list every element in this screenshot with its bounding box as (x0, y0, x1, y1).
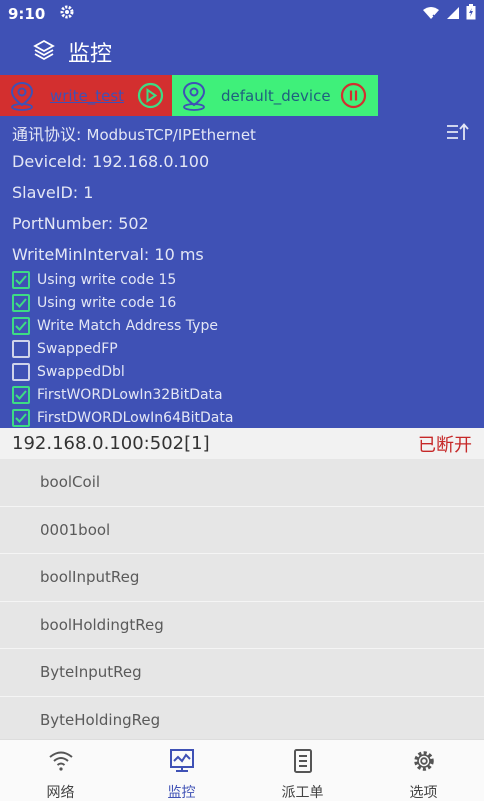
connection-status: 已断开 (418, 434, 472, 456)
option-label: FirstDWORDLowIn64BitData (37, 410, 234, 426)
status-bar: 9:10 (0, 0, 484, 28)
device-name: write_test (50, 87, 125, 105)
write-min-interval: WriteMinInterval: 10 ms (12, 245, 204, 264)
device-tabs: write_test default_device (0, 75, 378, 116)
clipboard-icon (289, 748, 317, 778)
protocol-label: 通讯协议: (12, 125, 82, 144)
checkbox-checked[interactable] (12, 271, 30, 289)
status-time: 9:10 (8, 5, 46, 23)
option-swapped-fp[interactable]: SwappedFP (12, 340, 118, 358)
port-number: PortNumber: 502 (12, 214, 149, 233)
checkbox-checked[interactable] (12, 294, 30, 312)
option-write-code-15[interactable]: Using write code 15 (12, 271, 176, 289)
option-first-word-low[interactable]: FirstWORDLowIn32BitData (12, 386, 223, 404)
connection-address: 192.168.0.100:502[1] (12, 433, 210, 454)
option-swapped-dbl[interactable]: SwappedDbl (12, 363, 125, 381)
point-name: boolHoldingtReg (40, 615, 164, 634)
checkbox-unchecked[interactable] (12, 340, 30, 358)
point-list[interactable]: boolCoil 0001bool boolInputReg boolHoldi… (0, 459, 484, 739)
point-name: boolCoil (40, 473, 101, 492)
option-write-code-16[interactable]: Using write code 16 (12, 294, 176, 312)
list-item[interactable]: boolCoil (0, 459, 484, 507)
location-pin-icon (178, 81, 210, 115)
device-tab-write-test[interactable]: write_test (0, 75, 172, 116)
bottom-nav: 网络 监控 派工单 选项 (0, 739, 484, 801)
sort-icon[interactable] (446, 122, 470, 146)
app-bar: 监控 (0, 28, 484, 75)
option-label: SwappedFP (37, 341, 118, 357)
nav-label: 派工单 (281, 785, 324, 801)
play-icon[interactable] (137, 82, 164, 113)
wifi-status-icon (422, 5, 440, 24)
nav-label: 选项 (409, 785, 438, 801)
nav-label: 监控 (167, 785, 196, 801)
nav-work-orders[interactable]: 派工单 (242, 740, 363, 801)
pause-icon[interactable] (340, 82, 367, 113)
nav-network[interactable]: 网络 (0, 740, 121, 801)
battery-icon (466, 4, 476, 24)
checkbox-checked[interactable] (12, 317, 30, 335)
nav-label: 网络 (46, 785, 75, 801)
option-label: SwappedDbl (37, 364, 125, 380)
option-first-dword-low[interactable]: FirstDWORDLowIn64BitData (12, 409, 233, 427)
point-name: ByteInputReg (40, 663, 142, 682)
layers-icon[interactable] (32, 38, 56, 66)
monitor-icon (168, 748, 196, 778)
point-name: boolInputReg (40, 568, 140, 587)
connection-bar: 192.168.0.100:502[1] 已断开 (0, 428, 484, 459)
list-item[interactable]: boolInputReg (0, 554, 484, 602)
gear-icon (410, 748, 438, 778)
device-name: default_device (221, 87, 331, 105)
option-label: FirstWORDLowIn32BitData (37, 387, 223, 403)
slave-id: SlaveID: 1 (12, 183, 94, 202)
list-item[interactable]: ByteHoldingReg (0, 697, 484, 740)
option-label: Using write code 16 (37, 295, 177, 311)
nav-monitor[interactable]: 监控 (121, 740, 242, 801)
signal-icon (446, 5, 460, 24)
list-item[interactable]: boolHoldingtReg (0, 602, 484, 649)
option-write-match-address-type[interactable]: Write Match Address Type (12, 317, 218, 335)
device-id: DeviceId: 192.168.0.100 (12, 152, 210, 171)
page-title: 监控 (68, 41, 113, 67)
device-tab-default-device[interactable]: default_device (172, 75, 378, 116)
nav-options[interactable]: 选项 (363, 740, 484, 801)
protocol-line: 通讯协议: ModbusTCP/IPEthernet (12, 121, 256, 145)
list-item[interactable]: ByteInputReg (0, 649, 484, 697)
location-pin-icon (6, 81, 38, 115)
point-name: 0001bool (40, 520, 111, 539)
gear-icon (59, 4, 75, 24)
checkbox-unchecked[interactable] (12, 363, 30, 381)
point-name: ByteHoldingReg (40, 710, 161, 729)
option-label: Using write code 15 (37, 272, 177, 288)
checkbox-checked[interactable] (12, 409, 30, 427)
checkbox-checked[interactable] (12, 386, 30, 404)
option-label: Write Match Address Type (37, 318, 218, 334)
list-item[interactable]: 0001bool (0, 507, 484, 554)
protocol-value: ModbusTCP/IPEthernet (86, 126, 256, 144)
device-info-panel: write_test default_device 通讯协议: ModbusTC… (0, 75, 484, 428)
wifi-icon (47, 748, 75, 778)
